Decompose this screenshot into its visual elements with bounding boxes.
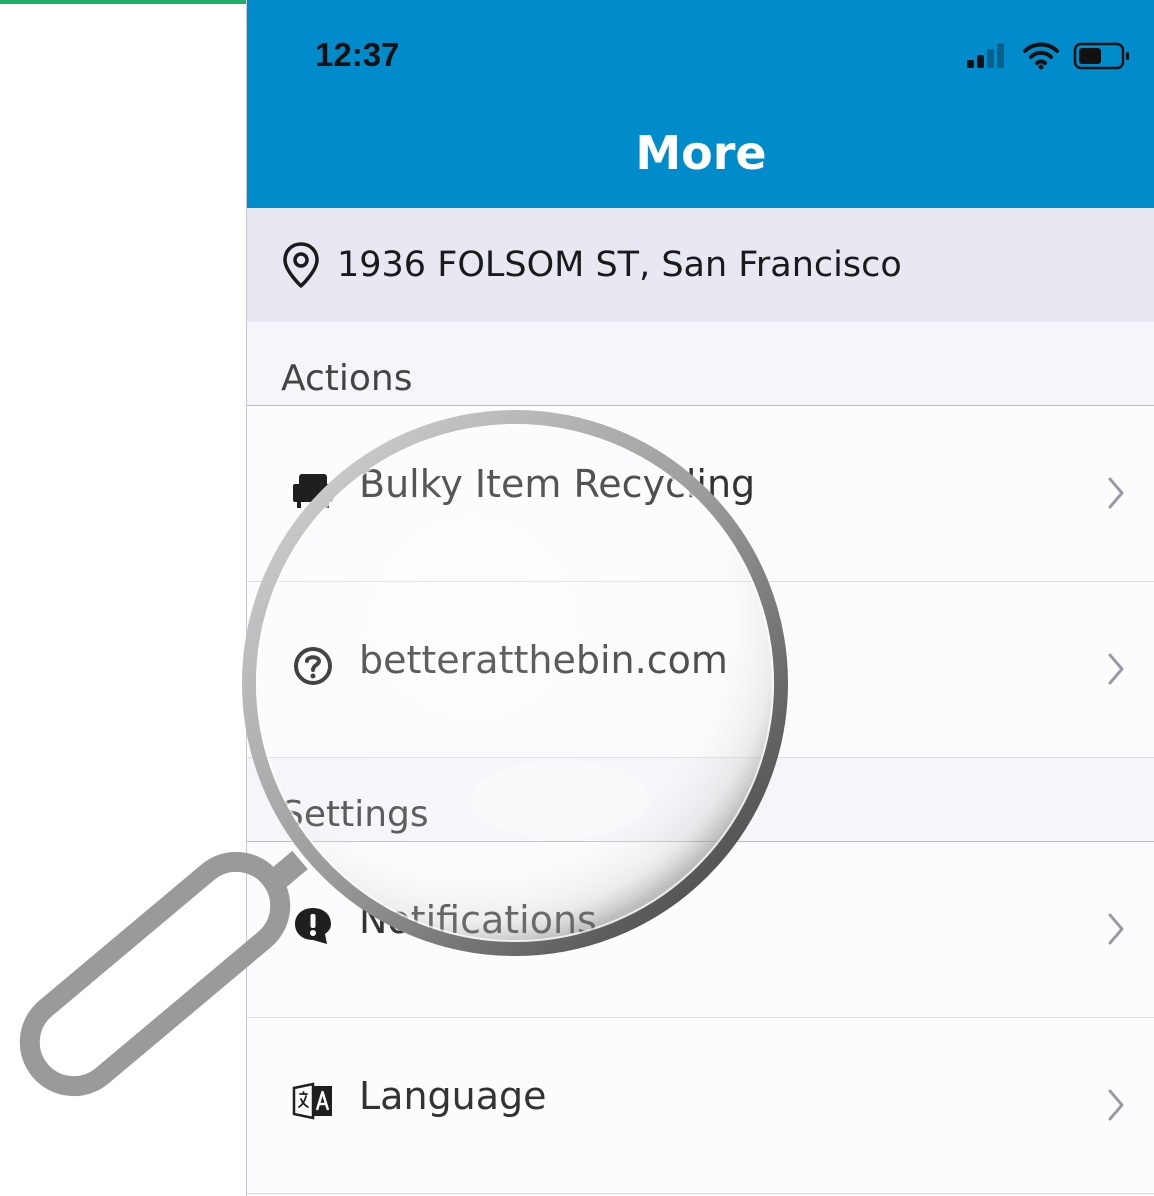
menu-label-bulky-item-recycling: Bulky Item Recycling <box>359 462 756 506</box>
menu-row-language[interactable]: Language <box>247 1018 1154 1194</box>
menu-row-notifications[interactable]: Notifications <box>247 842 1154 1018</box>
page-title: More <box>635 126 767 180</box>
status-time: 12:37 <box>315 36 400 73</box>
section-title-settings: Settings <box>281 794 429 835</box>
phone-screen: 12:37 More 1936 FOLSOM ST, San Francisco… <box>246 0 1154 1196</box>
alert-bubble-icon <box>295 908 331 944</box>
battery-icon <box>1073 42 1129 70</box>
chevron-right-icon <box>1108 913 1124 945</box>
section-header-actions: Actions <box>247 322 1154 406</box>
menu-label-language: Language <box>359 1074 547 1118</box>
translate-icon <box>292 1082 332 1120</box>
chevron-right-icon <box>1108 1089 1124 1121</box>
app-header: 12:37 More <box>247 0 1154 208</box>
location-pin-icon <box>283 242 319 288</box>
status-icons <box>965 42 1131 70</box>
menu-row-bulky-item-recycling[interactable]: Bulky Item Recycling <box>247 406 1154 582</box>
top-accent-strip <box>0 0 246 4</box>
address-text: 1936 FOLSOM ST, San Francisco <box>337 245 902 285</box>
couch-icon <box>293 474 333 508</box>
help-circle-icon <box>294 647 332 685</box>
chevron-right-icon <box>1108 653 1124 685</box>
menu-label-betteratthebin: betteratthebin.com <box>359 638 728 682</box>
menu-row-betteratthebin[interactable]: betteratthebin.com <box>247 582 1154 758</box>
section-header-settings: Settings <box>247 758 1154 842</box>
section-title-actions: Actions <box>281 358 413 399</box>
menu-label-notifications: Notifications <box>359 898 597 942</box>
cellular-signal-icon <box>967 43 1004 68</box>
address-bar[interactable]: 1936 FOLSOM ST, San Francisco <box>247 208 1154 322</box>
wifi-icon <box>1023 42 1059 70</box>
chevron-right-icon <box>1108 477 1124 509</box>
